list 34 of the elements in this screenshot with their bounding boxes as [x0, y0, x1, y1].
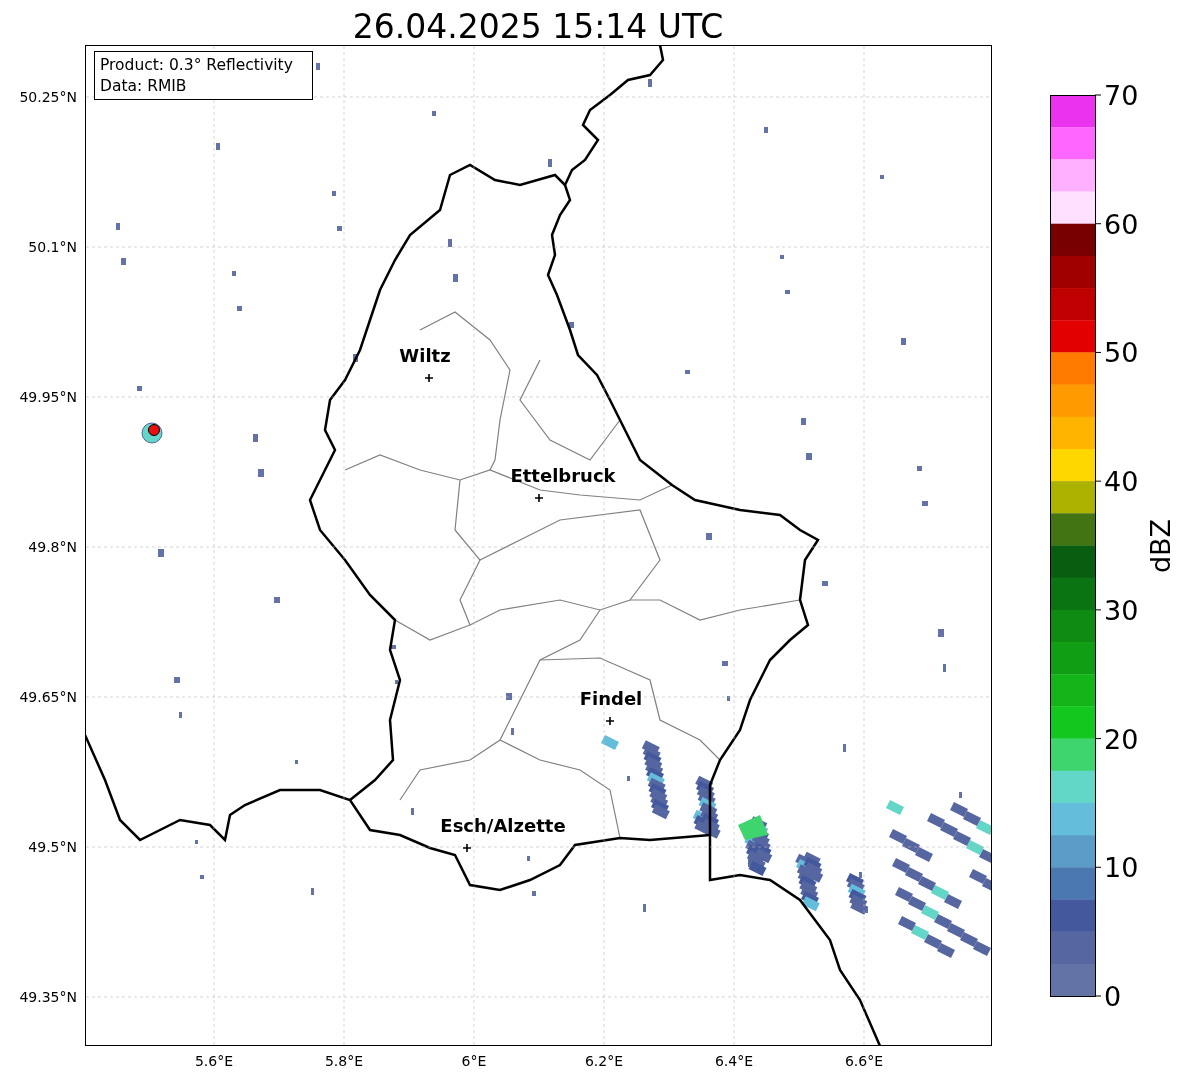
colorbar-tick-label: 30 — [1104, 594, 1139, 626]
longitude-tick-label: 5.6°E — [194, 1053, 234, 1069]
city-marker-icon — [424, 373, 434, 383]
latitude-tick-label: 49.65°N — [19, 689, 77, 705]
longitude-tick-label: 6.6°E — [844, 1053, 884, 1069]
latitude-tick-label: 49.8°N — [28, 539, 77, 555]
city-marker-icon — [534, 493, 544, 503]
latitude-tick-label: 49.5°N — [28, 839, 77, 855]
latitude-tick-label: 49.35°N — [19, 989, 77, 1005]
latitude-tick-label: 50.25°N — [19, 89, 77, 105]
info-text: Data: RMIB — [100, 77, 187, 95]
longitude-tick-label: 6°E — [461, 1053, 487, 1069]
longitude-tick-label: 6.2°E — [584, 1053, 624, 1069]
city-label: Findel — [579, 688, 643, 709]
radar-site-icon — [148, 424, 160, 436]
latitude-tick-label: 50.1°N — [28, 239, 77, 255]
city-label: Esch/Alzette — [440, 815, 566, 836]
colorbar-tick-label: 60 — [1104, 208, 1139, 240]
city-label: Wiltz — [399, 345, 451, 366]
colorbar-tick-label: 50 — [1104, 337, 1139, 369]
colorbar-tick-label: 40 — [1104, 466, 1139, 498]
longitude-tick-label: 5.8°E — [324, 1053, 364, 1069]
latitude-tick-label: 49.95°N — [19, 389, 77, 405]
colorbar-tick-label: 20 — [1104, 723, 1139, 755]
colorbar-tick-label: 70 — [1104, 80, 1139, 111]
city-label: Ettelbruck — [510, 465, 616, 486]
city-marker-icon — [605, 716, 615, 726]
colorbar-label: dBZ — [1145, 518, 1176, 574]
city-marker-icon — [462, 843, 472, 853]
longitude-tick-label: 6.4°E — [714, 1053, 754, 1069]
chart-title: 26.04.2025 15:14 UTC — [352, 7, 724, 46]
colorbar-tick-label: 0 — [1104, 981, 1122, 1012]
info-text: Product: 0.3° Reflectivity — [100, 56, 293, 74]
colorbar-tick-label: 10 — [1104, 852, 1139, 884]
